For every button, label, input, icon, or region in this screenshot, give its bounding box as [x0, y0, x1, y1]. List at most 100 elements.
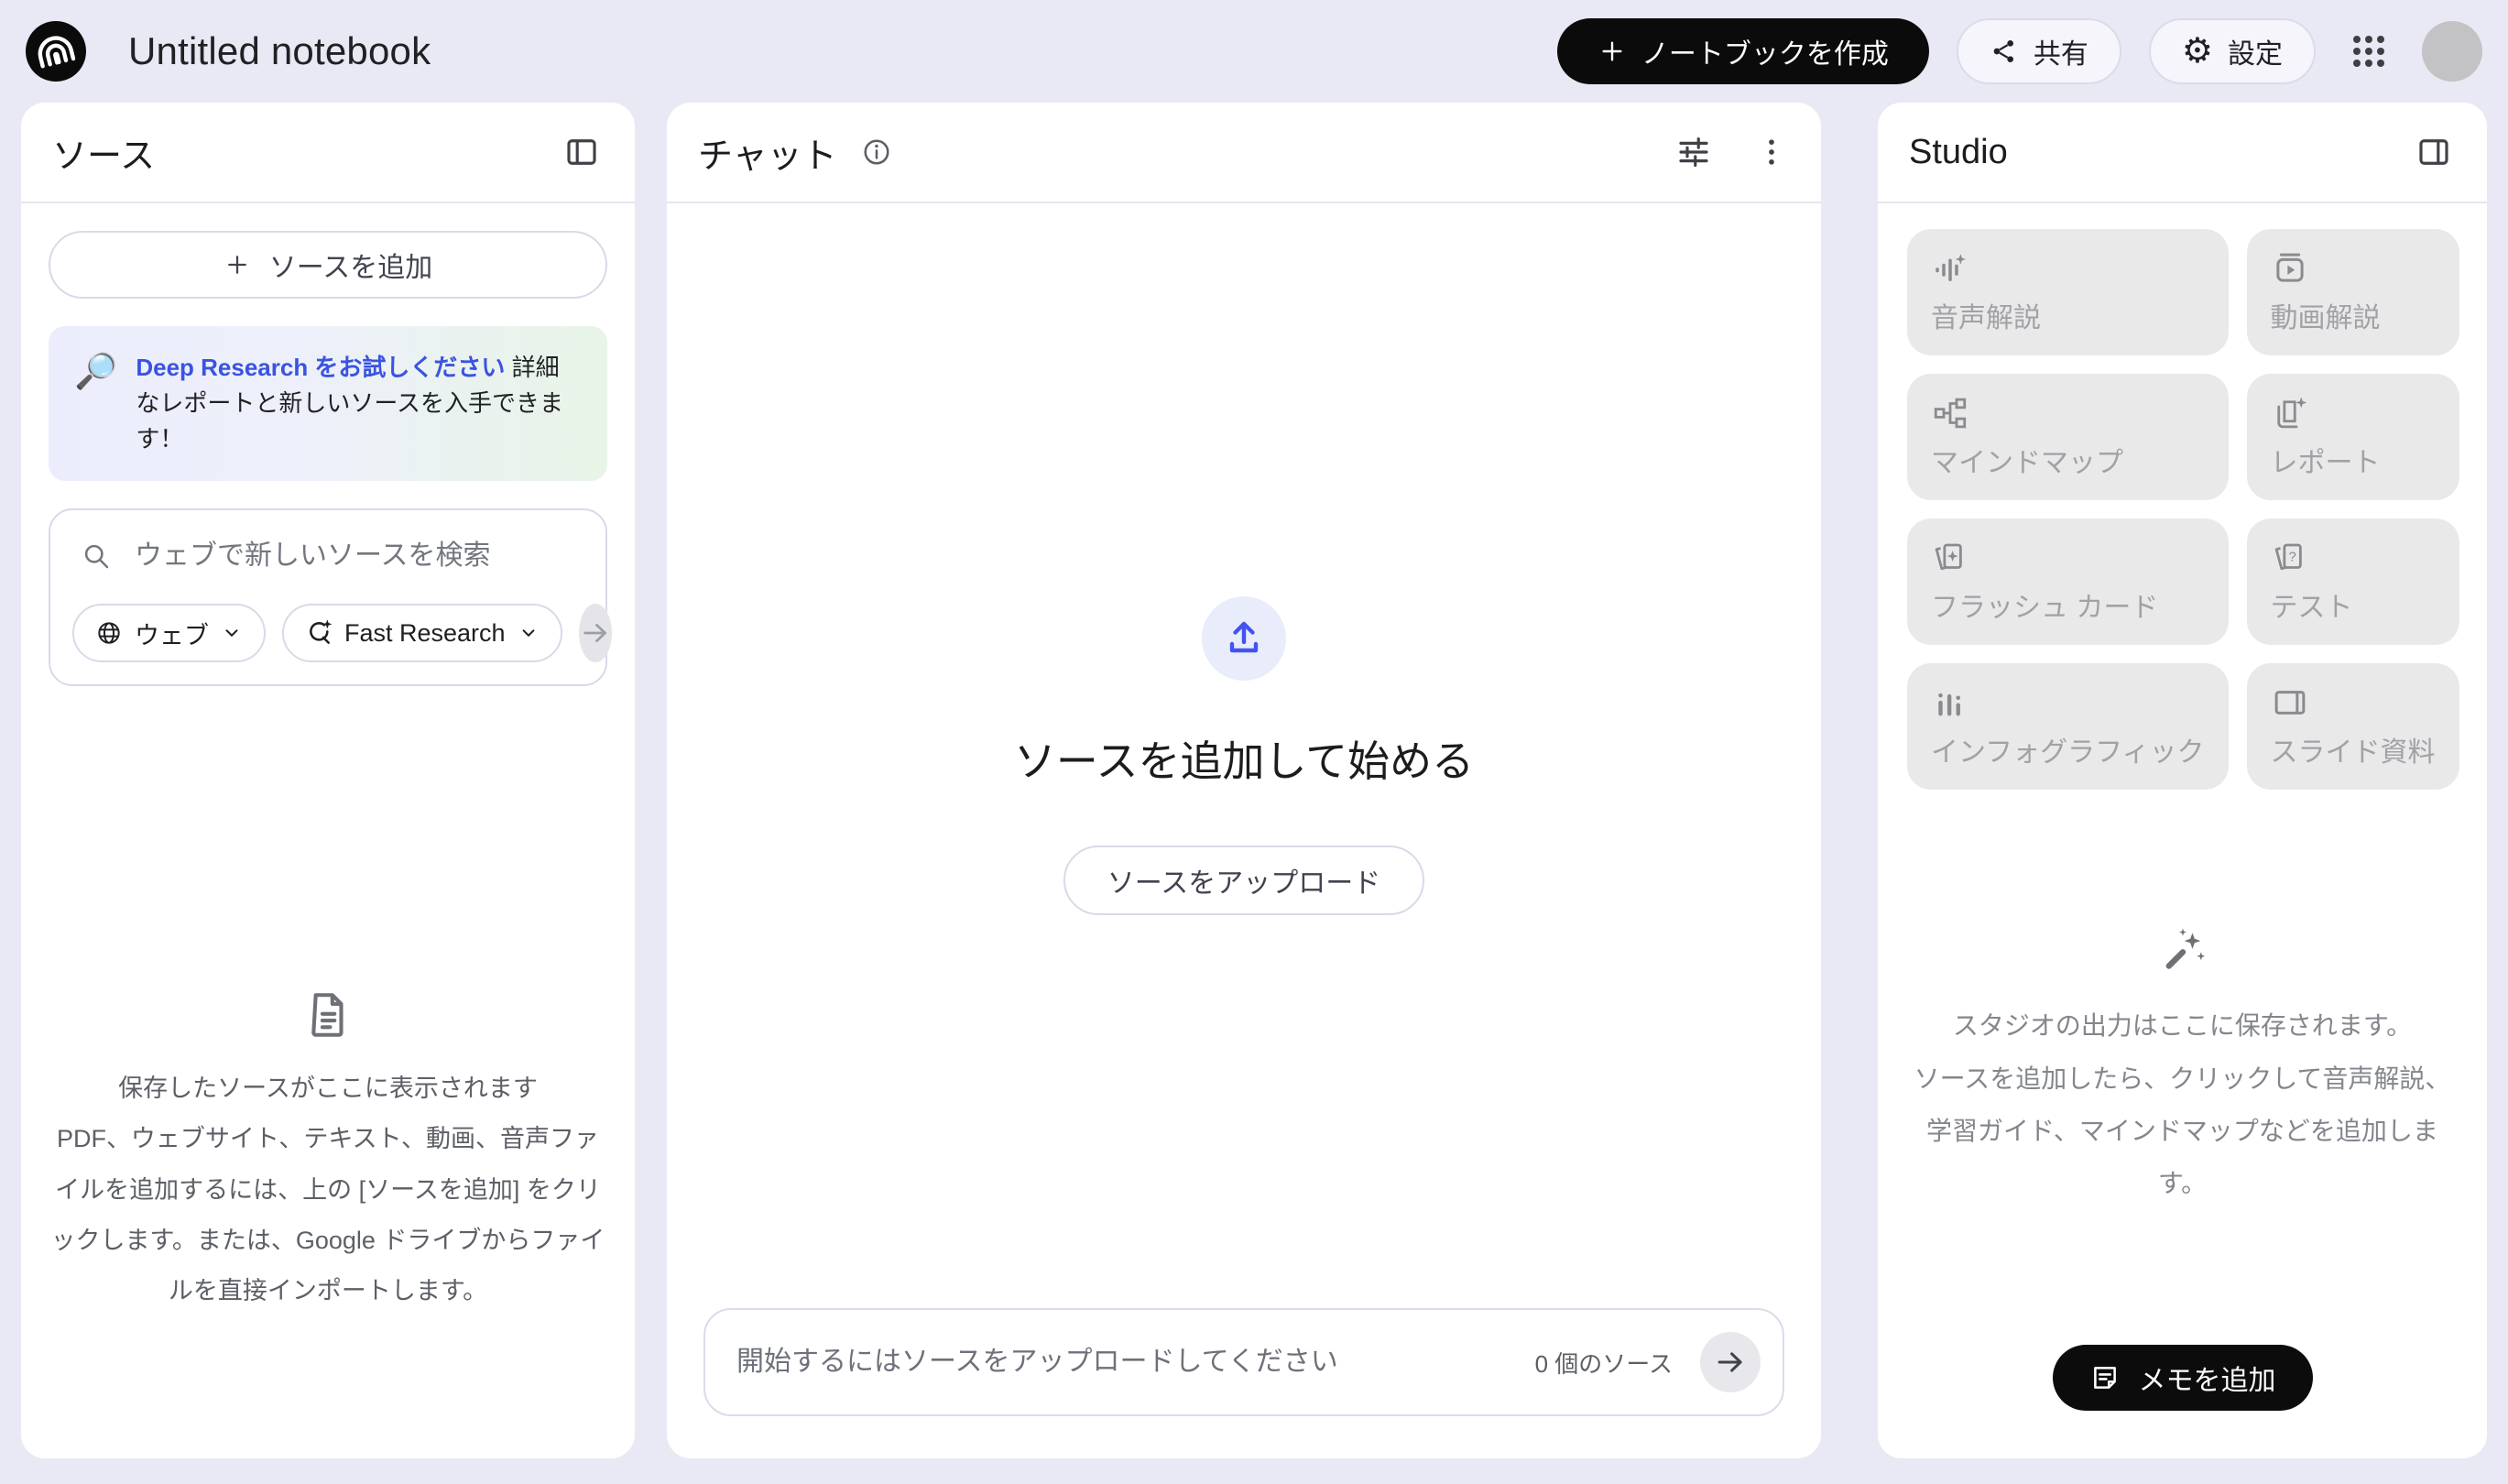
magnifier-emoji-icon: 🔎 [74, 350, 117, 395]
tool-label: レポート [2271, 440, 2436, 480]
studio-body: 音声解説 動画解説 マインドマップ [1878, 203, 2487, 1458]
share-icon [1990, 37, 2019, 66]
chevron-down-icon [517, 621, 540, 645]
fast-research-chip[interactable]: Fast Research [282, 604, 562, 662]
quiz-icon: ? [2271, 539, 2436, 579]
chat-empty-heading: ソースを追加して始める [1014, 728, 1474, 789]
chat-panel-header: チャット [667, 103, 1821, 203]
create-notebook-label: ノートブックを作成 [1641, 31, 1889, 71]
create-notebook-button[interactable]: ノートブックを作成 [1557, 18, 1929, 84]
deep-research-banner[interactable]: 🔎 Deep Research をお試しください 詳細なレポートと新しいソースを… [49, 326, 607, 481]
tool-label: 動画解説 [2271, 295, 2436, 335]
studio-panel: Studio 音声解説 動画解説 [1878, 103, 2487, 1458]
notebook-title[interactable]: Untitled notebook [128, 29, 431, 73]
chat-input[interactable] [736, 1347, 1508, 1378]
tool-mind-map[interactable]: マインドマップ [1907, 374, 2229, 500]
tool-report[interactable]: レポート [2247, 374, 2459, 500]
web-search-card: ウェブ Fast Research [49, 508, 607, 686]
fast-research-label: Fast Research [344, 619, 506, 648]
plus-icon [224, 251, 251, 278]
studio-panel-title: Studio [1909, 133, 2008, 172]
tool-infographic[interactable]: インフォグラフィック [1907, 663, 2229, 790]
sources-panel-title: ソース [52, 127, 155, 178]
collapse-sources-panel-button[interactable] [560, 130, 604, 174]
globe-icon [94, 618, 124, 648]
top-header: Untitled notebook ノートブックを作成 共有 ⚙ 設定 [0, 0, 2508, 103]
search-icon [80, 540, 113, 573]
info-icon[interactable] [859, 135, 894, 169]
studio-panel-header: Studio [1878, 103, 2487, 203]
avatar[interactable] [2422, 21, 2482, 82]
tool-flashcards[interactable]: フラッシュ カード [1907, 518, 2229, 645]
search-options-row: ウェブ Fast Research [72, 604, 583, 662]
mind-map-icon [1931, 394, 2205, 434]
chat-empty-state: ソースを追加して始める ソースをアップロード [667, 203, 1821, 1308]
collapse-studio-panel-button[interactable] [2412, 130, 2456, 174]
chat-header-actions [1674, 133, 1790, 171]
web-chip-label: ウェブ [135, 616, 209, 651]
notebooklm-logo-icon[interactable] [26, 21, 86, 82]
header-actions: ノートブックを作成 共有 ⚙ 設定 [1557, 18, 2482, 84]
send-arrow-icon [1713, 1345, 1748, 1380]
submit-search-button[interactable] [579, 604, 612, 662]
studio-empty-text: スタジオの出力はここに保存されます。 ソースを追加したら、クリックして音声解説、… [1907, 999, 2458, 1210]
sources-body: ソースを追加 🔎 Deep Research をお試しください 詳細なレポートと… [21, 203, 635, 1458]
tool-quiz[interactable]: ? テスト [2247, 518, 2459, 645]
chat-settings-button[interactable] [1674, 133, 1713, 171]
tool-label: マインドマップ [1931, 440, 2205, 480]
web-source-chip[interactable]: ウェブ [72, 604, 266, 662]
upload-source-label: ソースをアップロード [1107, 860, 1381, 900]
tool-label: スライド資料 [2271, 729, 2436, 769]
chat-more-menu-button[interactable] [1753, 134, 1790, 170]
chat-panel-title: チャット [698, 127, 837, 178]
send-button[interactable] [1700, 1332, 1761, 1392]
web-search-input[interactable] [135, 540, 576, 572]
source-count: 0 個のソース [1535, 1346, 1673, 1380]
fast-research-icon [304, 618, 333, 648]
chat-panel: チャット ソースを追加して始める ソースをアップロード [667, 103, 1821, 1458]
tool-slides[interactable]: スライド資料 [2247, 663, 2459, 790]
sources-empty-state: 保存したソースがここに表示されます PDF、ウェブサイト、テキスト、動画、音声フ… [49, 988, 607, 1317]
share-button[interactable]: 共有 [1957, 18, 2121, 84]
svg-text:?: ? [2288, 551, 2295, 565]
note-icon [2089, 1362, 2121, 1393]
chevron-down-icon [220, 621, 244, 645]
apps-grid-icon[interactable] [2343, 26, 2394, 77]
report-icon [2271, 394, 2436, 434]
add-note-button[interactable]: メモを追加 [2053, 1345, 2313, 1411]
magic-wand-icon [2157, 924, 2208, 976]
upload-source-button[interactable]: ソースをアップロード [1063, 846, 1425, 915]
studio-empty-line2: ソースを追加したら、クリックして音声解説、学習ガイド、マインドマップなどを追加し… [1907, 1053, 2458, 1210]
chat-input-bar: 0 個のソース [703, 1308, 1784, 1416]
studio-tool-grid: 音声解説 動画解説 マインドマップ [1907, 229, 2458, 790]
tool-label: フラッシュ カード [1931, 584, 2205, 625]
slides-icon [2271, 683, 2436, 724]
tool-video-overview[interactable]: 動画解説 [2247, 229, 2459, 355]
tool-audio-overview[interactable]: 音声解説 [1907, 229, 2229, 355]
search-row [72, 534, 583, 573]
video-overview-icon [2271, 249, 2436, 289]
sources-panel: ソース ソースを追加 🔎 Deep Research をお試しください 詳細なレ… [21, 103, 635, 1458]
upload-circle[interactable] [1202, 596, 1286, 681]
deep-research-link[interactable]: Deep Research をお試しください [136, 354, 505, 381]
add-source-button[interactable]: ソースを追加 [49, 231, 607, 299]
document-icon [301, 988, 354, 1042]
settings-button[interactable]: ⚙ 設定 [2149, 18, 2316, 84]
plus-icon [1597, 37, 1627, 66]
audio-overview-icon [1931, 249, 2205, 289]
add-note-wrap: メモを追加 [1907, 1345, 2458, 1458]
deep-research-text: Deep Research をお試しください 詳細なレポートと新しいソースを入手… [136, 350, 582, 457]
tool-label: 音声解説 [1931, 295, 2205, 335]
add-note-label: メモを追加 [2139, 1358, 2276, 1398]
tool-label: インフォグラフィック [1931, 729, 2205, 769]
main-area: ソース ソースを追加 🔎 Deep Research をお試しください 詳細なレ… [0, 103, 2508, 1471]
flashcards-icon [1931, 539, 2205, 579]
upload-icon [1222, 617, 1266, 660]
sources-empty-title: 保存したソースがここに表示されます [49, 1064, 607, 1114]
studio-empty-line1: スタジオの出力はここに保存されます。 [1907, 999, 2458, 1052]
sources-panel-header: ソース [21, 103, 635, 203]
settings-label: 設定 [2228, 31, 2283, 71]
share-label: 共有 [2034, 31, 2088, 71]
gear-icon: ⚙ [2182, 34, 2213, 69]
tool-label: テスト [2271, 584, 2436, 625]
